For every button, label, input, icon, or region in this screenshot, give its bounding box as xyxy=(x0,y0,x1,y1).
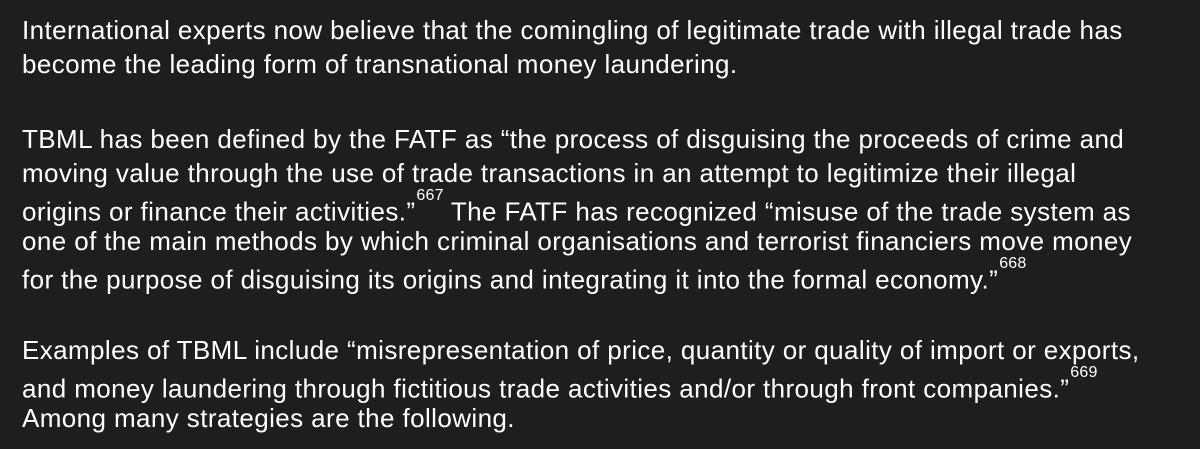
footnote-ref[interactable]: 669 xyxy=(1070,364,1097,381)
line-text: and money laundering through fictitious … xyxy=(22,373,1070,404)
text-line: Among many strategies are the following. xyxy=(22,401,1190,435)
document-body: International experts now believe that t… xyxy=(22,13,1190,435)
line-text: for the purpose of disguising its origin… xyxy=(22,264,999,295)
line-text: Among many strategies are the following. xyxy=(22,403,515,433)
text-line: and money laundering through fictitious … xyxy=(22,364,1190,404)
line-text: International experts now believe that t… xyxy=(22,15,1123,45)
text-line: Examples of TBML include “misrepresentat… xyxy=(22,333,1190,367)
paragraph-tbml-intro: International experts now believe that t… xyxy=(22,13,1190,81)
text-line: International experts now believe that t… xyxy=(22,13,1190,47)
text-line: one of the main methods by which crimina… xyxy=(22,224,1190,258)
text-line: for the purpose of disguising its origin… xyxy=(22,255,1190,295)
line-text: become the leading form of transnational… xyxy=(22,49,738,79)
paragraph-tbml-definition: TBML has been defined by the FATF as “th… xyxy=(22,122,1190,295)
text-line: origins or finance their activities.”667… xyxy=(22,187,1190,227)
text-line: moving value through the use of trade tr… xyxy=(22,156,1190,190)
text-line: TBML has been defined by the FATF as “th… xyxy=(22,122,1190,156)
line-text: TBML has been defined by the FATF as “th… xyxy=(22,124,1125,154)
line-text: Examples of TBML include “misrepresentat… xyxy=(22,335,1140,365)
paragraph-tbml-examples: Examples of TBML include “misrepresentat… xyxy=(22,333,1190,435)
footnote-ref[interactable]: 668 xyxy=(999,255,1026,272)
line-text: one of the main methods by which crimina… xyxy=(22,226,1133,256)
line-text: moving value through the use of trade tr… xyxy=(22,158,1077,188)
line-text: The FATF has recognized “misuse of the t… xyxy=(443,196,1131,227)
text-line: become the leading form of transnational… xyxy=(22,47,1190,81)
footnote-ref[interactable]: 667 xyxy=(416,187,443,204)
line-text: origins or finance their activities.” xyxy=(22,196,416,227)
